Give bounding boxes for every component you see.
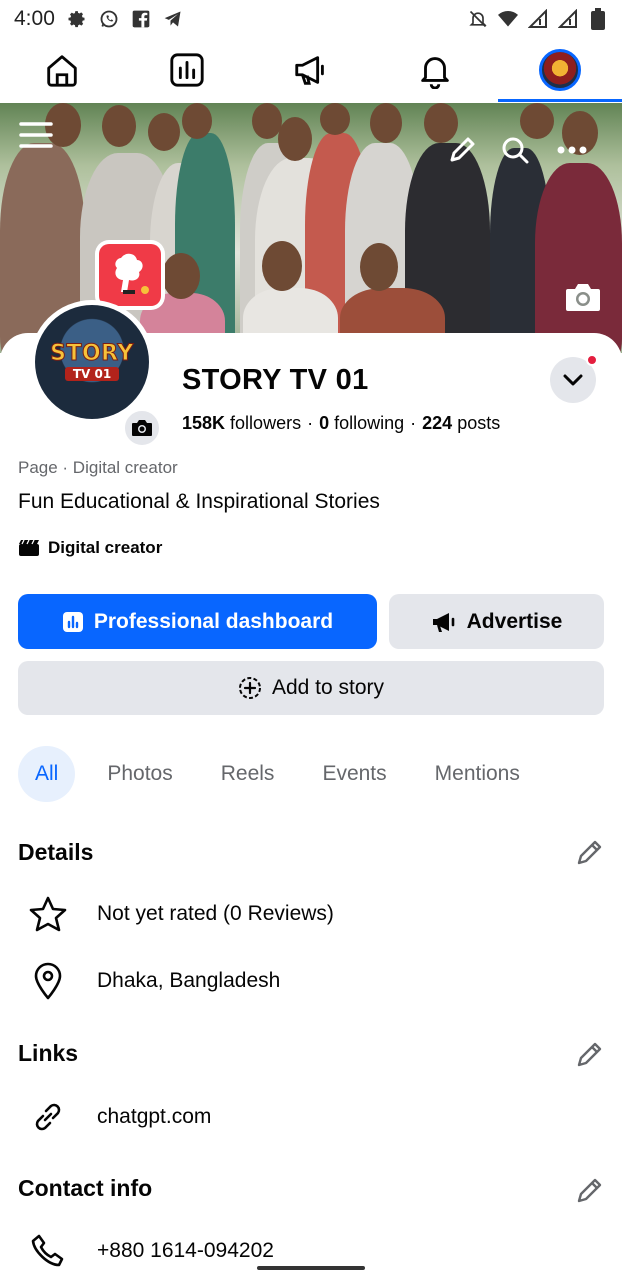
dashboard-icon bbox=[169, 53, 204, 87]
add-to-story-label: Add to story bbox=[271, 676, 385, 699]
add-story-icon bbox=[238, 677, 261, 699]
following-label[interactable]: following bbox=[334, 413, 404, 433]
page-category: Page · Digital creator bbox=[18, 458, 178, 477]
bell-muted-icon bbox=[468, 9, 488, 29]
camera-icon bbox=[132, 420, 152, 436]
location-pin-icon bbox=[28, 961, 68, 1001]
dashboard-icon bbox=[62, 611, 83, 632]
logo-text: STORY bbox=[50, 341, 134, 366]
professional-dashboard-label: Professional dashboard bbox=[93, 609, 334, 633]
nav-tab-profile[interactable] bbox=[497, 38, 622, 102]
rating-row[interactable]: Not yet rated (0 Reviews) bbox=[28, 894, 334, 934]
phone-icon bbox=[28, 1231, 68, 1271]
website-link[interactable]: chatgpt.com bbox=[97, 1105, 211, 1129]
creator-badge-label: Digital creator bbox=[48, 538, 163, 557]
megaphone-icon bbox=[295, 56, 324, 85]
page-bio: Fun Educational & Inspirational Stories bbox=[18, 490, 380, 513]
edit-details-icon[interactable] bbox=[574, 838, 604, 868]
tab-photos[interactable]: Photos bbox=[107, 746, 172, 802]
gear-icon bbox=[67, 9, 87, 29]
tab-all[interactable]: All bbox=[18, 746, 76, 802]
nav-tab-dashboard[interactable] bbox=[124, 38, 248, 102]
wifi-icon bbox=[498, 9, 518, 29]
edit-icon[interactable] bbox=[445, 133, 479, 167]
followers-label[interactable]: followers bbox=[230, 413, 301, 433]
search-icon[interactable] bbox=[498, 133, 532, 167]
tab-mentions[interactable]: Mentions bbox=[435, 746, 520, 802]
advertise-label: Advertise bbox=[466, 609, 563, 633]
megaphone-icon bbox=[432, 612, 454, 632]
professional-dashboard-button[interactable]: Professional dashboard bbox=[18, 594, 377, 649]
chevron-down-icon bbox=[563, 374, 583, 386]
location-row[interactable]: Dhaka, Bangladesh bbox=[28, 961, 280, 1001]
menu-icon[interactable] bbox=[18, 117, 54, 153]
nav-tab-notifications[interactable] bbox=[373, 38, 497, 102]
phone-row[interactable]: +880 1614-094202 bbox=[28, 1231, 274, 1271]
posts-label: posts bbox=[457, 413, 501, 433]
clapperboard-icon bbox=[19, 539, 39, 556]
nav-tab-ads[interactable] bbox=[249, 38, 373, 102]
rating-text: Not yet rated (0 Reviews) bbox=[97, 902, 334, 925]
edit-links-icon[interactable] bbox=[574, 1040, 604, 1070]
advertise-button[interactable]: Advertise bbox=[389, 594, 604, 649]
creator-badge: Digital creator bbox=[18, 538, 162, 558]
edit-contact-icon[interactable] bbox=[574, 1176, 604, 1206]
profile-camera-button[interactable] bbox=[122, 408, 162, 448]
posts-count: 224 bbox=[422, 413, 453, 433]
bell-icon bbox=[421, 57, 450, 89]
contact-heading: Contact info bbox=[18, 1175, 153, 1201]
more-icon[interactable] bbox=[555, 133, 589, 167]
status-time: 4:00 bbox=[14, 7, 55, 30]
signal-icon bbox=[558, 9, 578, 29]
details-heading: Details bbox=[18, 839, 94, 865]
whatsapp-icon bbox=[99, 9, 119, 29]
page-badge bbox=[95, 240, 165, 310]
home-indicator[interactable] bbox=[257, 1266, 365, 1270]
home-icon bbox=[47, 55, 77, 87]
avatar bbox=[538, 49, 581, 91]
phone-number[interactable]: +880 1614-094202 bbox=[97, 1239, 274, 1263]
logo-subtext: TV 01 bbox=[64, 367, 120, 381]
following-count: 0 bbox=[319, 413, 330, 433]
battery-icon bbox=[588, 8, 608, 30]
website-row[interactable]: chatgpt.com bbox=[28, 1097, 211, 1137]
signal-icon bbox=[528, 9, 548, 29]
star-icon bbox=[28, 894, 68, 934]
nav-tab-home[interactable] bbox=[0, 38, 124, 102]
facebook-icon bbox=[131, 9, 151, 29]
location-text: Dhaka, Bangladesh bbox=[97, 969, 281, 992]
links-heading: Links bbox=[18, 1040, 79, 1066]
add-to-story-button[interactable]: Add to story bbox=[18, 661, 604, 715]
profile-picture[interactable]: STORY TV 01 bbox=[30, 300, 154, 424]
tab-events[interactable]: Events bbox=[322, 746, 386, 802]
profile-stats: 158K followers · 0 following · 224 posts bbox=[182, 413, 501, 433]
telegram-icon bbox=[163, 9, 183, 29]
page-title: STORY TV 01 bbox=[182, 364, 369, 396]
profile-tabs: All Photos Reels Events Mentions bbox=[18, 746, 520, 802]
tab-reels[interactable]: Reels bbox=[221, 746, 275, 802]
cover-camera-icon[interactable] bbox=[562, 277, 604, 317]
status-bar: 4:00 bbox=[0, 0, 622, 38]
link-icon bbox=[28, 1097, 68, 1137]
top-nav bbox=[0, 38, 622, 102]
followers-count: 158K bbox=[182, 413, 226, 433]
notification-dot bbox=[586, 354, 598, 366]
